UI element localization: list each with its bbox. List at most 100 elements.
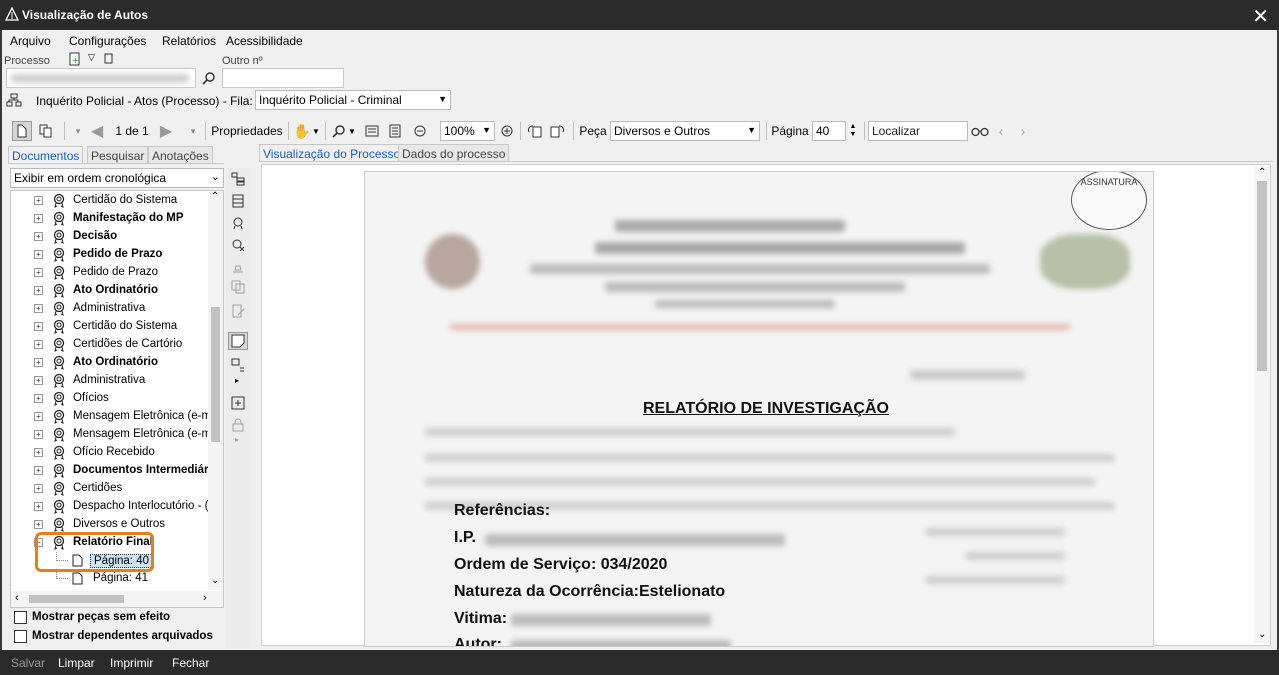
list-icon[interactable] xyxy=(228,192,248,210)
fit-width-icon[interactable] xyxy=(364,121,380,141)
tree-item[interactable]: + Certidões xyxy=(10,480,208,498)
queue-select[interactable]: Inquérito Policial - Criminal ▼ xyxy=(255,90,451,110)
tree-item[interactable]: + Certidões de Cartório xyxy=(10,336,208,354)
tree-item[interactable]: + Diversos e Outros xyxy=(10,516,208,534)
add-note-icon[interactable] xyxy=(228,394,248,412)
select-tool-icon[interactable] xyxy=(12,121,32,141)
expand-icon[interactable]: + xyxy=(34,520,43,529)
scroll-right-icon[interactable]: › xyxy=(203,592,207,604)
certificate-delete-icon[interactable] xyxy=(228,236,248,254)
search-icon[interactable] xyxy=(202,71,216,85)
close-button[interactable]: Fechar xyxy=(172,656,209,670)
next-page-icon[interactable]: ▶ xyxy=(157,121,175,141)
scroll-up-icon[interactable]: ⌃ xyxy=(1258,167,1266,178)
expand-icon[interactable]: + xyxy=(34,340,43,349)
certificate-icon[interactable] xyxy=(228,214,248,232)
page-number-input[interactable]: 40 xyxy=(812,121,846,141)
expand-icon[interactable]: + xyxy=(34,250,43,259)
chevron-right-icon[interactable]: ▸ xyxy=(235,376,239,385)
tree-item[interactable]: + Pedido de Prazo xyxy=(10,246,208,264)
new-document-icon[interactable]: + xyxy=(68,52,82,66)
expand-icon[interactable]: + xyxy=(34,502,43,511)
zoom-tool-icon[interactable] xyxy=(331,121,347,141)
tree-vertical-scrollbar[interactable]: ⌃ ⌄ xyxy=(208,191,223,590)
edit-document-icon[interactable] xyxy=(228,302,248,320)
expand-icon[interactable]: + xyxy=(34,412,43,421)
lock-icon[interactable] xyxy=(228,416,248,434)
chevron-down-icon[interactable]: ▼ xyxy=(312,121,320,141)
tree-item[interactable]: + Ofícios xyxy=(10,390,208,408)
find-next-icon[interactable]: › xyxy=(1016,121,1030,141)
chevron-right-icon[interactable]: ▸ xyxy=(235,435,239,444)
menu-arquivo[interactable]: Arquivo xyxy=(10,34,51,48)
expand-icon[interactable]: + xyxy=(34,304,43,313)
copy-tool-icon[interactable] xyxy=(36,121,56,141)
copy-pages-icon[interactable] xyxy=(228,278,248,296)
expand-icon[interactable]: + xyxy=(34,448,43,457)
tree-item[interactable]: + Documentos Intermediári xyxy=(10,462,208,480)
tab-anotacoes[interactable]: Anotações xyxy=(148,146,213,164)
zoom-select[interactable]: 100% ▼ xyxy=(440,121,495,141)
note-list-icon[interactable] xyxy=(228,356,248,374)
expand-icon[interactable]: + xyxy=(34,358,43,367)
tree-item[interactable]: + Pedido de Prazo xyxy=(10,264,208,282)
expand-icon[interactable]: + xyxy=(34,232,43,241)
expand-icon[interactable]: + xyxy=(34,196,43,205)
tree-item[interactable]: + Certidão do Sistema xyxy=(10,318,208,336)
tab-pesquisar[interactable]: Pesquisar xyxy=(87,146,149,164)
expand-icon[interactable]: + xyxy=(34,322,43,331)
process-number-input[interactable] xyxy=(6,68,196,88)
expand-icon[interactable]: + xyxy=(34,484,43,493)
scroll-up-icon[interactable]: ⌃ xyxy=(211,191,219,202)
tree-page-item[interactable]: Página: 41 xyxy=(10,570,208,588)
properties-button[interactable]: Propriedades xyxy=(210,121,284,141)
order-select[interactable]: Exibir em ordem cronológica ⌄ xyxy=(10,168,224,188)
tree-item[interactable]: + Ato Ordinatório xyxy=(10,282,208,300)
tree-item[interactable]: + Mensagem Eletrônica (e-m xyxy=(10,408,208,426)
menu-configuracoes[interactable]: Configurações xyxy=(69,34,146,48)
tree-page-item[interactable]: Página: 40 xyxy=(10,552,208,570)
hand-tool-icon[interactable]: ✋ xyxy=(293,121,311,141)
expand-icon[interactable]: + xyxy=(34,268,43,277)
tree-item[interactable]: + Despacho Interlocutório - ( xyxy=(10,498,208,516)
menu-relatorios[interactable]: Relatórios xyxy=(162,34,216,48)
expand-icon[interactable]: + xyxy=(34,430,43,439)
zoom-in-icon[interactable] xyxy=(499,121,515,141)
tree-item[interactable]: + Decisão xyxy=(10,228,208,246)
tree-item[interactable]: + Ofício Recebido xyxy=(10,444,208,462)
rotate-left-icon[interactable] xyxy=(526,121,544,141)
tree-item[interactable]: + Manifestação do MP xyxy=(10,210,208,228)
tree-item[interactable]: + Ato Ordinatório xyxy=(10,354,208,372)
previous-page-icon[interactable]: ◀ xyxy=(88,121,106,141)
expand-icon[interactable]: + xyxy=(34,214,43,223)
chevron-down-icon[interactable]: ▽ xyxy=(88,52,95,63)
menu-acessibilidade[interactable]: Acessibilidade xyxy=(226,34,303,48)
show-void-pieces-checkbox[interactable] xyxy=(14,611,27,624)
expand-icon[interactable]: + xyxy=(34,286,43,295)
find-previous-icon[interactable]: ‹ xyxy=(994,121,1008,141)
clear-button[interactable]: Limpar xyxy=(58,656,95,670)
scrollbar-thumb[interactable] xyxy=(1257,181,1267,371)
chevron-down-icon[interactable]: ▼ xyxy=(348,121,356,141)
tree-item[interactable]: + Mensagem Eletrônica (e-m xyxy=(10,426,208,444)
scroll-left-icon[interactable]: ‹ xyxy=(15,592,19,604)
document-viewer[interactable]: ASSINATURA RELATÓRIO DE INVESTIGAÇÃO Ref… xyxy=(261,164,1271,647)
tab-visualizacao-processo[interactable]: Visualização do Processo xyxy=(259,144,405,162)
page-spinner[interactable]: ▲ ▼ xyxy=(848,121,858,141)
fit-page-icon[interactable] xyxy=(387,121,403,141)
tree-item[interactable]: + Administrativa xyxy=(10,372,208,390)
binoculars-icon[interactable] xyxy=(970,121,990,141)
notes-icon[interactable] xyxy=(103,52,115,66)
tree-item[interactable]: + Administrativa xyxy=(10,300,208,318)
last-page-icon[interactable]: ▾ xyxy=(187,121,199,141)
expand-icon[interactable]: + xyxy=(34,376,43,385)
tree-horizontal-scrollbar[interactable]: ‹ › xyxy=(11,591,223,607)
other-number-input[interactable] xyxy=(222,68,344,88)
show-archived-dependents-checkbox[interactable] xyxy=(14,630,27,643)
scroll-down-icon[interactable]: ⌄ xyxy=(1258,629,1266,640)
scrollbar-thumb[interactable] xyxy=(29,595,124,603)
scroll-down-icon[interactable]: ⌄ xyxy=(211,575,219,586)
tab-documentos[interactable]: Documentos xyxy=(8,146,84,164)
rotate-right-icon[interactable] xyxy=(548,121,566,141)
search-text-input[interactable]: Localizar xyxy=(868,121,968,141)
